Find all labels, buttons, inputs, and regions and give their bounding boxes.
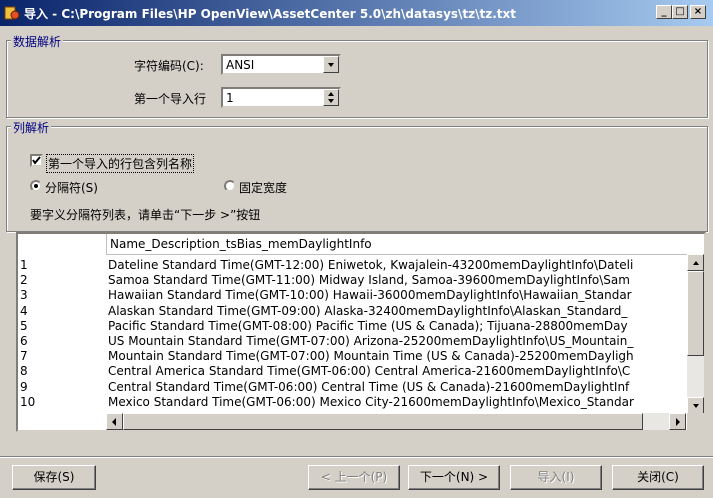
header-checkbox-label[interactable]: 第一个导入的行包含列名称 (46, 154, 195, 173)
preview-row: Hawaiian Standard Time(GMT-10:00) Hawaii… (108, 288, 632, 303)
scroll-up-button[interactable] (687, 254, 704, 271)
scroll-left-button[interactable] (106, 413, 123, 430)
row-number: 8 (20, 364, 28, 379)
separator-radio[interactable] (30, 180, 42, 192)
vertical-scroll-thumb[interactable] (687, 271, 704, 356)
horizontal-scrollbar[interactable] (106, 413, 686, 430)
close-button[interactable]: 关闭(C) (612, 465, 704, 490)
separator-radio-label[interactable]: 分隔符(S) (45, 179, 98, 196)
preview-row: Central America Standard Time(GMT-06:00)… (108, 364, 631, 379)
row-number: 5 (20, 318, 28, 333)
preview-row: Samoa Standard Time(GMT-11:00) Midway Is… (108, 273, 630, 288)
header-checkbox[interactable] (30, 154, 43, 167)
close-window-button[interactable]: × (690, 5, 706, 19)
vertical-scrollbar[interactable] (687, 254, 704, 414)
encoding-label: 字符编码(C): (134, 59, 204, 73)
preview-row: Alaskan Standard Time(GMT-09:00) Alaska-… (108, 303, 628, 318)
row-number: 3 (20, 288, 28, 303)
separator-hint: 要字义分隔符列表，请单击“下一步 >”按钮 (30, 208, 261, 222)
row-number: 4 (20, 303, 28, 318)
row-number: 10 (20, 394, 36, 409)
prev-button[interactable]: < 上一个(P) (308, 465, 400, 490)
minimize-button[interactable]: _ (656, 5, 672, 19)
window-title: 导入 - C:\Program Files\HP OpenView\AssetC… (24, 7, 517, 21)
column-parsing-legend: 列解析 (11, 119, 52, 136)
data-parsing-group: 数据解析 (6, 33, 708, 118)
import-button[interactable]: 导入(I) (510, 465, 602, 490)
row-number: 1 (20, 258, 28, 272)
first-row-label: 第一个导入行 (134, 92, 207, 106)
preview-row: Central Standard Time(GMT-06:00) Central… (108, 379, 630, 394)
encoding-select[interactable]: ANSI (221, 54, 341, 75)
preview-grid[interactable]: Name_Description_tsBias_memDaylightInfo … (16, 232, 706, 432)
chevron-down-icon[interactable] (323, 56, 339, 73)
size-grip-icon[interactable] (687, 413, 704, 430)
app-icon (4, 6, 20, 20)
check-icon (32, 156, 41, 165)
preview-row: Mountain Standard Time(GMT-07:00) Mounta… (108, 349, 634, 364)
row-number: 7 (20, 349, 28, 364)
scroll-down-button[interactable] (687, 397, 704, 414)
row-number: 2 (20, 273, 28, 288)
row-number: 6 (20, 334, 28, 348)
scroll-right-button[interactable] (669, 413, 686, 430)
row-number: 9 (20, 379, 28, 394)
fixed-width-radio[interactable] (224, 180, 236, 192)
column-header[interactable]: Name_Description_tsBias_memDaylightInfo (106, 234, 687, 255)
maximize-button[interactable]: □ (672, 5, 688, 19)
spin-icon[interactable] (323, 89, 339, 106)
next-button[interactable]: 下一个(N) > (408, 465, 500, 490)
preview-row: Mexico Standard Time(GMT-06:00) Mexico C… (108, 394, 634, 409)
encoding-value: ANSI (226, 58, 255, 72)
first-row-value: 1 (226, 91, 234, 105)
first-row-stepper[interactable]: 1 (221, 87, 341, 108)
title-bar[interactable]: 导入 - C:\Program Files\HP OpenView\AssetC… (0, 0, 713, 26)
save-button[interactable]: 保存(S) (12, 465, 96, 490)
button-separator (0, 456, 713, 458)
horizontal-scroll-thumb[interactable] (123, 413, 643, 430)
fixed-width-radio-label[interactable]: 固定宽度 (239, 179, 287, 196)
preview-row: Pacific Standard Time(GMT-08:00) Pacific… (108, 318, 628, 333)
preview-row: US Mountain Standard Time(GMT-07:00) Ari… (108, 334, 634, 348)
preview-row: Dateline Standard Time(GMT-12:00) Eniwet… (108, 258, 634, 272)
data-parsing-legend: 数据解析 (11, 33, 64, 50)
column-header-label: Name_Description_tsBias_memDaylightInfo (110, 237, 372, 251)
